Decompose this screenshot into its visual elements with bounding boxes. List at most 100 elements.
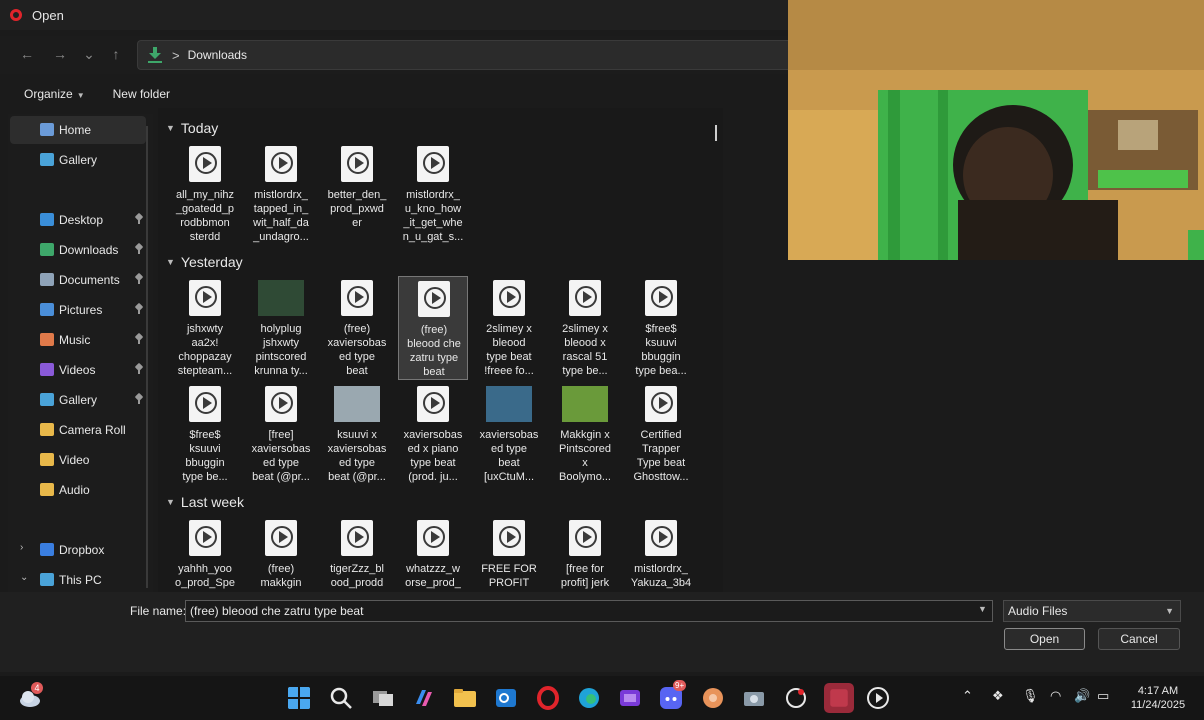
- gallery-icon: [40, 393, 54, 406]
- sidebar-item-videos[interactable]: Videos: [10, 356, 146, 384]
- recent-locations-icon[interactable]: ⌄: [79, 44, 99, 64]
- file-item[interactable]: Makkgin x Pintscored x Boolymo...: [550, 382, 620, 486]
- camera-icon[interactable]: [742, 686, 766, 710]
- file-item[interactable]: (free) xaviersobas ed type beat: [322, 276, 392, 380]
- chevron-down-icon[interactable]: ⌄: [20, 572, 28, 583]
- file-name: [free for profit] jerk: [560, 563, 610, 589]
- group-header[interactable]: ▼ Today: [166, 118, 218, 138]
- breadcrumb-downloads[interactable]: Downloads: [188, 48, 247, 62]
- file-item[interactable]: mistlordrx_ u_kno_how _it_get_whe n_u_ga…: [398, 142, 468, 246]
- file-item[interactable]: better_den_ prod_pxwd er: [322, 142, 392, 246]
- sidebar-item-video[interactable]: Video: [10, 446, 146, 474]
- sidebar-scrollbar[interactable]: [146, 126, 148, 588]
- file-item[interactable]: yahhh_yoo o_prod_Spe: [170, 516, 240, 592]
- file-name-bar: File name: (free) bleood che zatru type …: [0, 592, 1204, 672]
- file-item[interactable]: all_my_nihz _goatedd_p rodbbmon sterdd: [170, 142, 240, 246]
- file-item[interactable]: mistlordrx_ tapped_in_ wit_half_da _unda…: [246, 142, 316, 246]
- dropbox-tray-icon[interactable]: ❖: [992, 688, 1004, 704]
- up-arrow-icon[interactable]: ↑: [106, 44, 126, 64]
- volume-icon[interactable]: 🔊: [1074, 688, 1090, 704]
- clipchamp-icon[interactable]: [618, 686, 642, 710]
- sidebar-item-documents[interactable]: Documents: [10, 266, 146, 294]
- opera-icon[interactable]: [536, 686, 560, 710]
- sidebar-item-label: Desktop: [59, 213, 104, 227]
- back-arrow-icon[interactable]: ←: [17, 44, 37, 64]
- app-icon[interactable]: [824, 683, 854, 713]
- file-item[interactable]: 2slimey x bleood x rascal 51 type be...: [550, 276, 620, 380]
- sidebar-item-camera-roll[interactable]: Camera Roll: [10, 416, 146, 444]
- file-item[interactable]: $free$ ksuuvi bbuggin type bea...: [626, 276, 696, 380]
- forward-arrow-icon[interactable]: →: [50, 44, 70, 64]
- file-item[interactable]: whatzzz_w orse_prod_: [398, 516, 468, 592]
- file-item[interactable]: (free) bleood che zatru type beat: [398, 276, 468, 380]
- clock[interactable]: 4:17 AM 11/24/2025: [1126, 684, 1190, 712]
- chevron-up-icon[interactable]: ⌃: [962, 688, 973, 704]
- open-button[interactable]: Open: [1004, 628, 1085, 650]
- sidebar-item-desktop[interactable]: Desktop: [10, 206, 146, 234]
- microphone-icon[interactable]: 🎙: [1022, 688, 1039, 704]
- play-icon: [499, 286, 521, 308]
- file-type-select[interactable]: Audio Files ▼: [1003, 600, 1181, 622]
- sidebar-item-audio[interactable]: Audio: [10, 476, 146, 504]
- breadcrumb-separator: >: [172, 47, 180, 63]
- file-item[interactable]: xaviersobas ed x piano type beat (prod. …: [398, 382, 468, 486]
- play-icon: [575, 286, 597, 308]
- file-item[interactable]: xaviersobas ed type beat [uxCtuM...: [474, 382, 544, 486]
- file-name: (free) xaviersobas ed type beat: [327, 323, 387, 377]
- file-item[interactable]: jshxwty aa2x! choppazay stepteam...: [170, 276, 240, 380]
- sidebar-item-dropbox[interactable]: › Dropbox: [10, 536, 146, 564]
- sidebar-item-music[interactable]: Music: [10, 326, 146, 354]
- edge-icon[interactable]: [577, 686, 601, 710]
- file-item[interactable]: 2slimey x bleood type beat !freee fo...: [474, 276, 544, 380]
- sidebar-item-this-pc[interactable]: ⌄ This PC: [10, 566, 146, 594]
- pin-icon: [136, 394, 142, 404]
- play-icon: [499, 526, 521, 548]
- file-item[interactable]: (free) makkgin: [246, 516, 316, 592]
- window-title: Open: [32, 7, 64, 23]
- outlook-icon[interactable]: [494, 686, 518, 710]
- new-folder-button[interactable]: New folder: [113, 87, 170, 101]
- organize-button[interactable]: Organize ▼: [24, 87, 85, 101]
- file-item[interactable]: [free for profit] jerk: [550, 516, 620, 592]
- file-item[interactable]: tigerZzz_bl ood_prodd: [322, 516, 392, 592]
- cancel-button[interactable]: Cancel: [1098, 628, 1180, 650]
- sidebar-item-pictures[interactable]: Pictures: [10, 296, 146, 324]
- group-header[interactable]: ▼ Yesterday: [166, 252, 243, 272]
- file-item[interactable]: Certified Trapper Type beat Ghosttow...: [626, 382, 696, 486]
- battery-icon[interactable]: ▭: [1097, 688, 1109, 704]
- sidebar-item-downloads[interactable]: Downloads: [10, 236, 146, 264]
- sidebar-item-gallery[interactable]: Gallery: [10, 146, 146, 174]
- file-item[interactable]: ksuuvi x xaviersobas ed type beat (@pr..…: [322, 382, 392, 486]
- sidebar-item-home[interactable]: Home: [10, 116, 146, 144]
- media-player-icon[interactable]: [866, 686, 890, 710]
- chevron-down-icon[interactable]: ▼: [978, 604, 987, 614]
- file-list-scrollbar[interactable]: [715, 125, 717, 141]
- address-bar[interactable]: > Downloads: [137, 40, 837, 70]
- play-icon: [651, 286, 673, 308]
- file-item[interactable]: mistlordrx_ Yakuza_3b4: [626, 516, 696, 592]
- chevron-down-icon: ▼: [166, 497, 175, 507]
- play-icon: [424, 287, 446, 309]
- file-name: Certified Trapper Type beat Ghosttow...: [633, 429, 689, 483]
- sidebar-item-gallery[interactable]: Gallery: [10, 386, 146, 414]
- file-item[interactable]: [free] xaviersobas ed type beat (@pr...: [246, 382, 316, 486]
- copilot-icon[interactable]: [412, 686, 436, 710]
- sidebar-item-label: Videos: [59, 363, 96, 377]
- file-item[interactable]: $free$ ksuuvi bbuggin type be...: [170, 382, 240, 486]
- file-name: whatzzz_w orse_prod_: [405, 563, 461, 589]
- task-view-icon[interactable]: [371, 686, 395, 710]
- capture-icon[interactable]: [784, 686, 808, 710]
- chevron-right-icon[interactable]: ›: [20, 542, 23, 553]
- play-icon: [271, 526, 293, 548]
- file-explorer-icon[interactable]: [453, 686, 477, 710]
- discord-badge: 9+: [673, 680, 687, 691]
- file-item[interactable]: FREE FOR PROFIT: [474, 516, 544, 592]
- start-icon[interactable]: [287, 686, 311, 710]
- game-icon[interactable]: [701, 686, 725, 710]
- file-type-label: Audio Files: [1008, 604, 1068, 618]
- wifi-icon[interactable]: ◠: [1050, 688, 1061, 704]
- group-header[interactable]: ▼ Last week: [166, 492, 244, 512]
- file-name-input[interactable]: (free) bleood che zatru type beat: [185, 600, 993, 622]
- file-item[interactable]: holyplug jshxwty pintscored krunna ty...: [246, 276, 316, 380]
- search-icon[interactable]: [329, 686, 353, 710]
